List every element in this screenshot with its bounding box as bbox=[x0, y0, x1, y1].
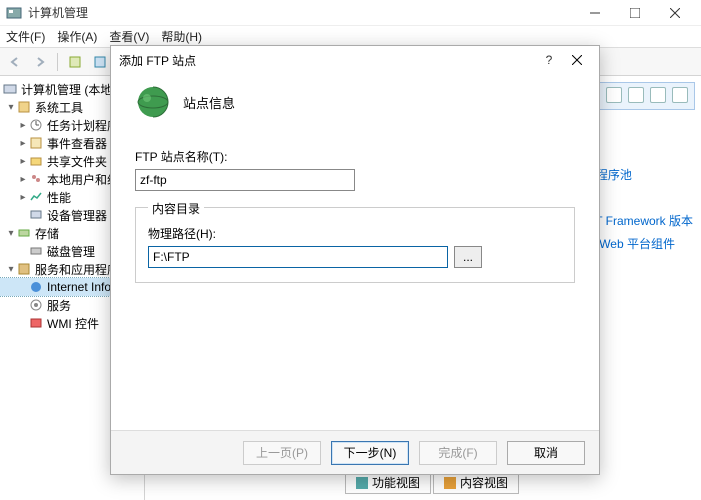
add-ftp-site-dialog: 添加 FTP 站点 ? 站点信息 FTP 站点名称(T): 内容目录 物理路径(… bbox=[110, 45, 600, 475]
toolbar-button-2[interactable] bbox=[89, 51, 111, 73]
hdr-icon-3[interactable] bbox=[650, 87, 666, 103]
dialog-title: 添加 FTP 站点 bbox=[119, 52, 535, 69]
menu-help[interactable]: 帮助(H) bbox=[161, 28, 202, 45]
hdr-icon-1[interactable] bbox=[606, 87, 622, 103]
nav-forward-button bbox=[29, 51, 51, 73]
dialog-help-button[interactable]: ? bbox=[535, 49, 563, 71]
window-title: 计算机管理 bbox=[28, 4, 575, 21]
hdr-icon-4[interactable] bbox=[672, 87, 688, 103]
globe-icon bbox=[135, 84, 171, 120]
dialog-close-button[interactable] bbox=[563, 49, 591, 71]
menu-view[interactable]: 查看(V) bbox=[109, 28, 149, 45]
menu-file[interactable]: 文件(F) bbox=[6, 28, 45, 45]
close-button[interactable] bbox=[655, 0, 695, 26]
next-button[interactable]: 下一步(N) bbox=[331, 441, 409, 465]
content-dir-legend: 内容目录 bbox=[148, 200, 204, 217]
site-name-input[interactable] bbox=[135, 169, 355, 191]
physical-path-input[interactable] bbox=[148, 246, 448, 268]
toolbar-button-1[interactable] bbox=[64, 51, 86, 73]
dialog-heading: 站点信息 bbox=[183, 93, 235, 112]
app-icon bbox=[6, 5, 22, 21]
browse-button[interactable]: ... bbox=[454, 246, 482, 268]
site-name-label: FTP 站点名称(T): bbox=[135, 148, 575, 165]
nav-back-button bbox=[4, 51, 26, 73]
prev-button: 上一页(P) bbox=[243, 441, 321, 465]
cancel-button[interactable]: 取消 bbox=[507, 441, 585, 465]
path-label: 物理路径(H): bbox=[148, 225, 562, 242]
finish-button: 完成(F) bbox=[419, 441, 497, 465]
minimize-button[interactable] bbox=[575, 0, 615, 26]
content-dir-group: 内容目录 物理路径(H): ... bbox=[135, 207, 575, 283]
menu-action[interactable]: 操作(A) bbox=[57, 28, 97, 45]
hdr-icon-2[interactable] bbox=[628, 87, 644, 103]
maximize-button[interactable] bbox=[615, 0, 655, 26]
